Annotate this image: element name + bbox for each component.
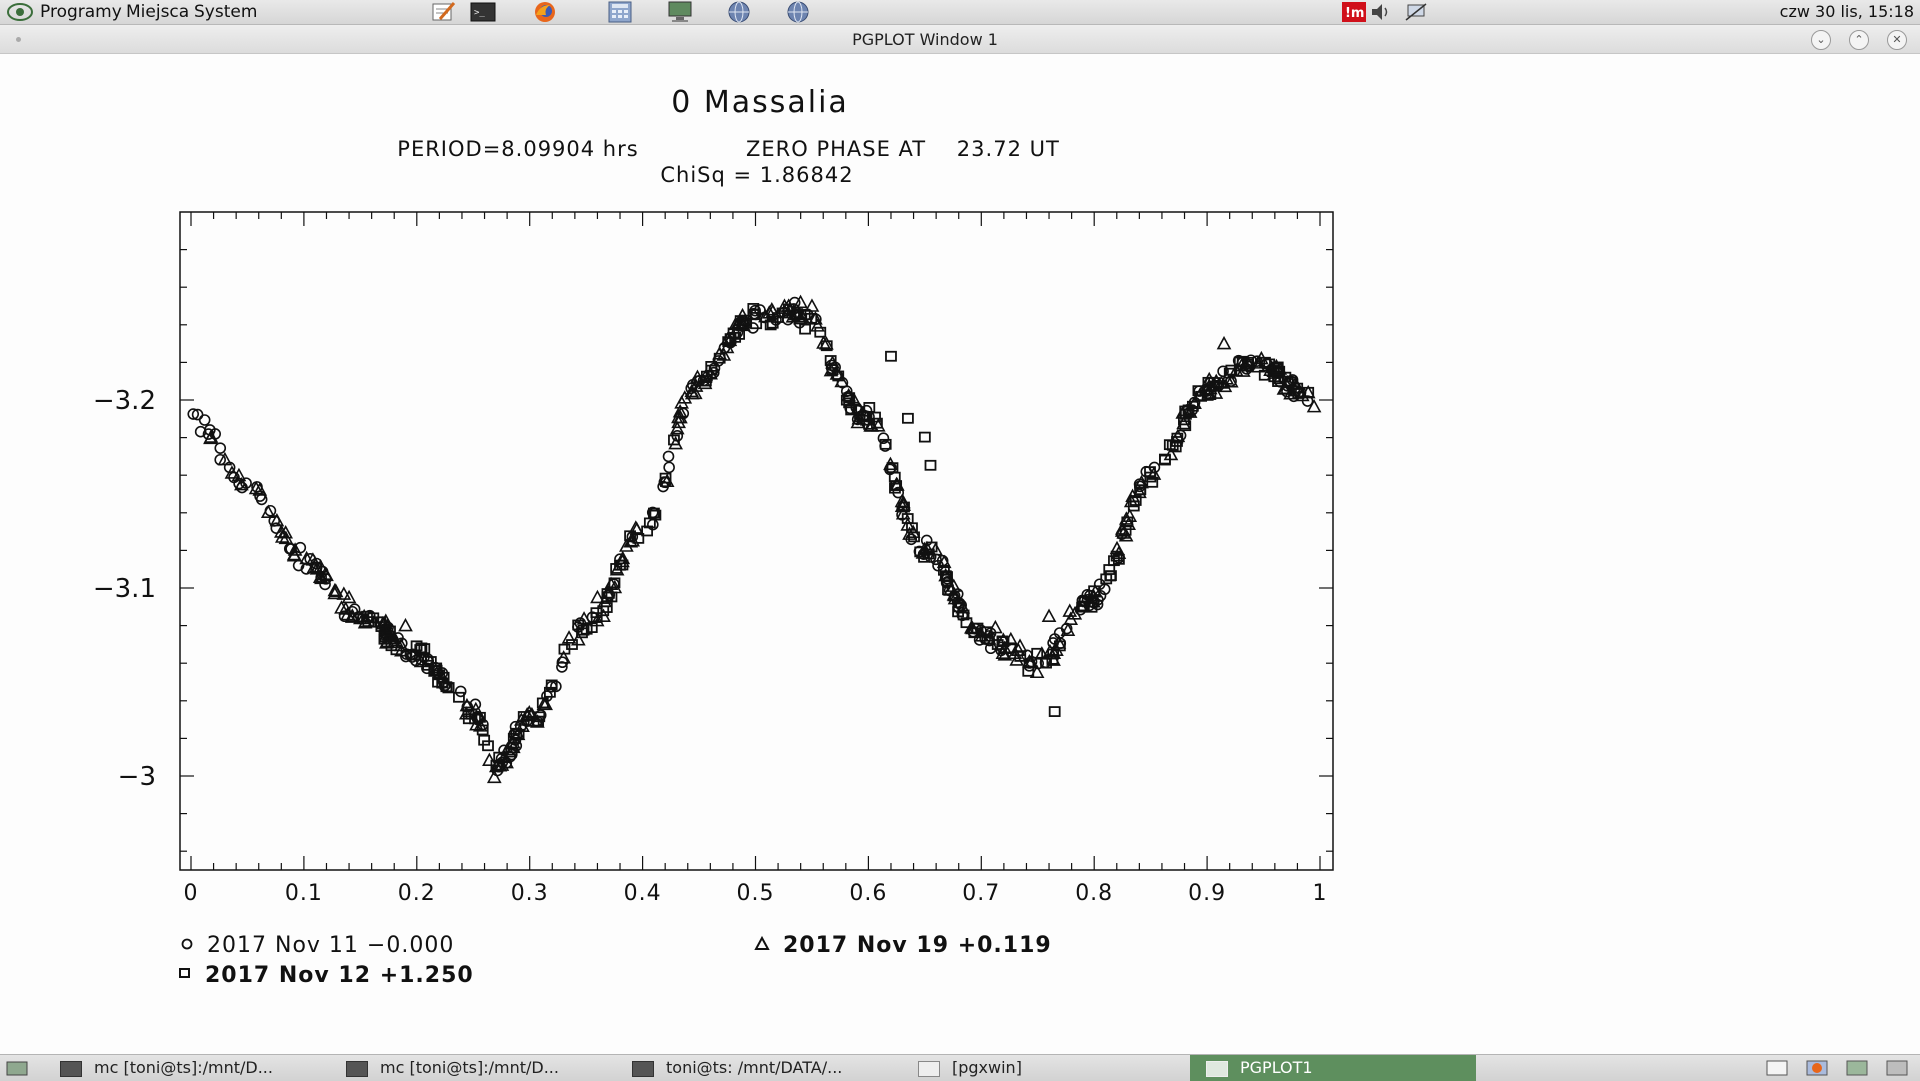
workspace-1-icon[interactable] <box>1766 1059 1788 1077</box>
legend-nov19: 2017 Nov 19 +0.119 <box>783 933 1052 958</box>
x-tick-label: 0.2 <box>398 881 436 906</box>
task-label: mc [toni@ts]:/mnt/D... <box>94 1058 273 1077</box>
window-title: PGPLOT Window 1 <box>852 30 998 49</box>
clock[interactable]: czw 30 lis, 15:18 <box>1780 2 1914 21</box>
top-panel: Programy Miejsca System >_ !m czw 30 lis… <box>0 0 1920 25</box>
bottom-panel: mc [toni@ts]:/mnt/D... mc [toni@ts]:/mnt… <box>0 1054 1920 1081</box>
menu-system[interactable]: System <box>194 2 257 22</box>
data-point-triangle <box>810 318 825 332</box>
data-points <box>187 294 1322 784</box>
data-point-square <box>478 734 491 746</box>
axis-tick-labels: 0 0.1 0.2 0.3 0.4 0.5 0.6 0.7 0.8 0.9 1 −3.2 −3.1 −3 <box>93 386 1328 906</box>
data-point-square <box>1048 706 1061 717</box>
x-tick-label: 0.5 <box>737 881 775 906</box>
data-point-square <box>482 740 494 752</box>
data-point-circle <box>198 414 211 426</box>
minimize-button[interactable]: ⌄ <box>1811 30 1831 50</box>
data-point-square <box>814 326 827 338</box>
data-point-square <box>924 459 937 471</box>
window-title-bar[interactable]: PGPLOT Window 1 ⌄ ⌃ ✕ <box>0 25 1920 54</box>
taskbar-item-mc-1[interactable]: mc [toni@ts]:/mnt/D... <box>60 1055 330 1081</box>
data-point-square <box>885 350 897 362</box>
close-button[interactable]: ✕ <box>1887 30 1907 50</box>
y-tick-label: −3.2 <box>93 386 156 416</box>
x-tick-label: 0 <box>184 881 199 906</box>
x-tick-label: 0.1 <box>285 881 323 906</box>
svg-text:>_: >_ <box>474 8 485 18</box>
workspace-4-icon[interactable] <box>1886 1059 1908 1077</box>
data-point-square <box>453 691 465 703</box>
data-point-triangle <box>486 769 502 784</box>
x-tick-label: 0.4 <box>624 881 662 906</box>
legend-triangle-marker <box>754 935 770 950</box>
taskbar-item-pgxwin[interactable]: [pgxwin] <box>918 1055 1188 1081</box>
x-tick-label: 0.9 <box>1188 881 1226 906</box>
plot-title: 0 Massalia <box>671 85 849 120</box>
volume-icon[interactable] <box>1370 2 1392 22</box>
data-point-square <box>799 323 811 335</box>
task-label: mc [toni@ts]:/mnt/D... <box>380 1058 559 1077</box>
task-label: [pgxwin] <box>952 1058 1022 1077</box>
terminal-icon <box>346 1060 368 1077</box>
window-icon <box>918 1060 940 1077</box>
data-point-circle <box>662 450 675 463</box>
legend-circle-marker <box>181 938 193 950</box>
window-icon <box>1206 1060 1228 1077</box>
plot-period: PERIOD=8.09904 hrs <box>397 137 638 161</box>
legend-nov12: 2017 Nov 12 +1.250 <box>205 963 474 988</box>
data-point-circle <box>254 490 266 502</box>
data-point-square <box>902 412 914 424</box>
x-tick-label: 0.3 <box>511 881 549 906</box>
y-tick-label: −3.1 <box>93 574 156 604</box>
taskbar-item-terminal[interactable]: toni@ts: /mnt/DATA/... <box>632 1055 902 1081</box>
taskbar-item-mc-2[interactable]: mc [toni@ts]:/mnt/D... <box>346 1055 616 1081</box>
plot-chisq: ChiSq = 1.86842 <box>660 163 853 187</box>
text-editor-icon[interactable] <box>430 1 456 23</box>
calculator-icon[interactable] <box>607 1 633 23</box>
data-point-triangle <box>1216 335 1232 350</box>
x-tick-label: 0.6 <box>849 881 887 906</box>
data-point-circle <box>214 442 227 454</box>
x-tick-label: 1 <box>1313 881 1328 906</box>
data-point-circle <box>663 461 675 474</box>
task-label: toni@ts: /mnt/DATA/... <box>666 1058 843 1077</box>
legend-square-marker <box>179 968 190 978</box>
firefox-icon[interactable] <box>532 1 558 23</box>
data-point-triangle <box>398 617 413 632</box>
menu-programy[interactable]: Programy <box>40 2 122 22</box>
svg-text:!m: !m <box>1345 6 1364 21</box>
show-desktop-icon[interactable] <box>6 1059 28 1077</box>
menu-miejsca[interactable]: Miejsca <box>126 2 189 22</box>
im-status-icon[interactable]: !m <box>1342 1 1366 23</box>
terminal-icon <box>632 1060 654 1077</box>
terminal-icon[interactable]: >_ <box>470 1 496 23</box>
x-tick-label: 0.8 <box>1075 881 1113 906</box>
legend-nov11: 2017 Nov 11 −0.000 <box>207 933 454 958</box>
plot-zero-phase: ZERO PHASE AT 23.72 UT <box>746 137 1060 161</box>
taskbar-item-pgplot1[interactable]: PGPLOT1 <box>1190 1055 1476 1081</box>
network-icon[interactable] <box>1404 2 1428 22</box>
data-point-triangle <box>561 630 577 644</box>
data-point-square <box>918 431 931 443</box>
workspace-2-icon[interactable] <box>1806 1059 1828 1077</box>
monitor-icon[interactable] <box>667 1 693 23</box>
y-tick-label: −3 <box>118 762 156 792</box>
data-point-triangle <box>804 298 820 312</box>
task-label: PGPLOT1 <box>1240 1058 1313 1077</box>
x-tick-label: 0.7 <box>962 881 1000 906</box>
network-globe-icon[interactable] <box>726 1 752 23</box>
workspace-3-icon[interactable] <box>1846 1059 1868 1077</box>
terminal-icon <box>60 1060 82 1077</box>
maximize-button[interactable]: ⌃ <box>1849 30 1869 50</box>
pgplot-canvas: 0 Massalia PERIOD=8.09904 hrs ZERO PHASE… <box>93 85 1334 988</box>
distro-logo-icon[interactable] <box>6 2 34 22</box>
data-point-triangle <box>1041 608 1057 623</box>
network-globe-icon[interactable] <box>785 1 811 23</box>
